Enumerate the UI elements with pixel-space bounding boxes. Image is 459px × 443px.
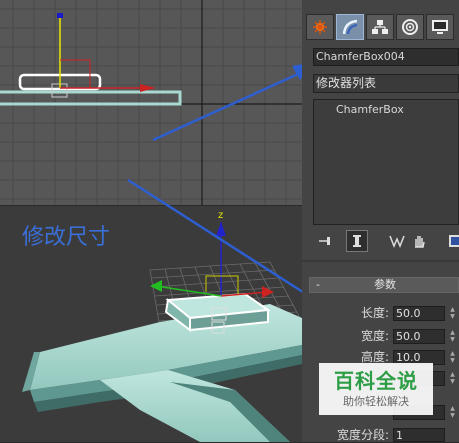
remove-modifier-icon bbox=[415, 236, 425, 248]
pin-stack-button[interactable] bbox=[314, 230, 336, 252]
make-unique-button[interactable] bbox=[386, 230, 408, 252]
length-segs-spinner-icon[interactable]: ▲ ▼ bbox=[448, 405, 457, 420]
show-end-result-button[interactable] bbox=[346, 230, 368, 252]
display-icon bbox=[432, 20, 448, 34]
width-segs-label: 宽度分段: bbox=[336, 428, 389, 442]
z-axis-label: z bbox=[218, 210, 223, 221]
width-label: 宽度: bbox=[360, 329, 389, 343]
watermark-title: 百科全说 bbox=[334, 369, 418, 393]
make-unique-icon bbox=[389, 235, 405, 248]
perspective-viewport[interactable]: z 修改尺寸 bbox=[0, 206, 302, 442]
width-field[interactable]: 50.0 bbox=[393, 329, 445, 344]
parameters-rollout[interactable]: 参数 - bbox=[309, 277, 459, 293]
hierarchy-icon bbox=[372, 20, 388, 34]
pin-stack-icon bbox=[319, 237, 330, 245]
configure-sets-icon bbox=[449, 235, 459, 247]
length-spinner-icon[interactable]: ▲ ▼ bbox=[448, 306, 457, 321]
display-tab[interactable] bbox=[426, 14, 454, 40]
modify-icon bbox=[342, 19, 358, 35]
watermark-subtitle: 助你轻松解决 bbox=[343, 395, 409, 408]
remove-modifier-button[interactable] bbox=[408, 230, 430, 252]
length-label: 长度: bbox=[360, 306, 389, 320]
modifier-list-dropdown[interactable]: 修改器列表 bbox=[313, 74, 459, 93]
motion-tab[interactable] bbox=[396, 14, 424, 40]
stack-toolbar bbox=[306, 230, 459, 254]
motion-icon bbox=[402, 19, 418, 35]
command-panel-tabs bbox=[306, 14, 459, 42]
stack-item-chamferbox[interactable]: ChamferBox bbox=[314, 102, 458, 117]
configure-sets-button[interactable] bbox=[444, 230, 459, 252]
show-end-result-icon bbox=[353, 235, 361, 247]
modifier-stack[interactable]: ChamferBox bbox=[313, 99, 459, 225]
annotation-text: 修改尺寸 bbox=[22, 225, 110, 250]
length-field[interactable]: 50.0 bbox=[393, 306, 445, 321]
collapse-icon: - bbox=[316, 278, 320, 291]
width-spinner-icon[interactable]: ▲ ▼ bbox=[448, 329, 457, 344]
panel-divider bbox=[302, 260, 459, 262]
create-icon bbox=[313, 20, 327, 34]
top-viewport[interactable] bbox=[0, 0, 302, 205]
height-spinner-icon[interactable]: ▲ ▼ bbox=[448, 350, 457, 365]
modify-tab[interactable] bbox=[336, 14, 364, 40]
rollout-title: 参数 bbox=[374, 278, 396, 291]
fillet-spinner-icon[interactable]: ▲ ▼ bbox=[448, 371, 457, 386]
create-tab[interactable] bbox=[306, 14, 334, 40]
object-name-field[interactable]: ChamferBox004 bbox=[313, 48, 459, 66]
width-segs-field[interactable]: 1 bbox=[393, 428, 445, 442]
hierarchy-tab[interactable] bbox=[366, 14, 394, 40]
watermark: 百科全说 助你轻松解决 bbox=[319, 363, 433, 415]
